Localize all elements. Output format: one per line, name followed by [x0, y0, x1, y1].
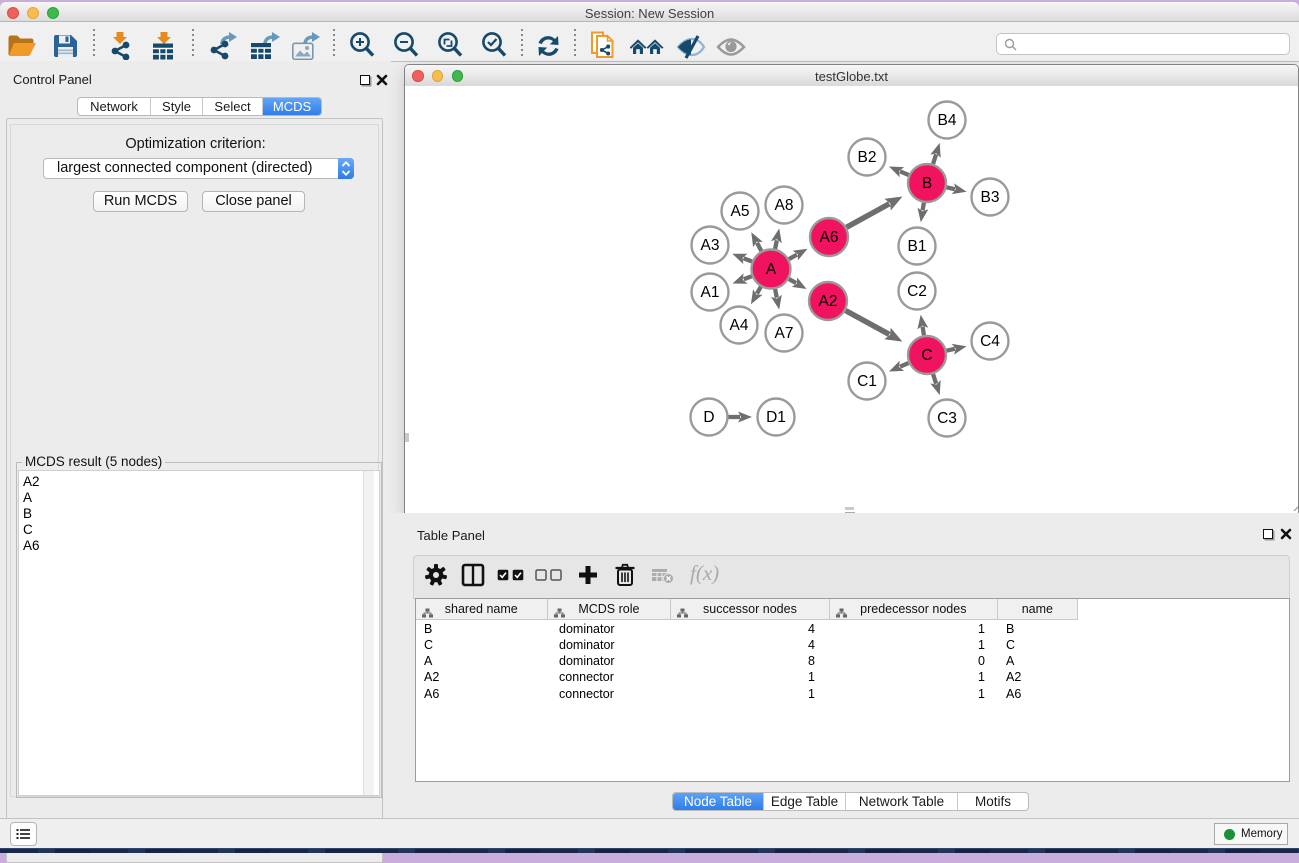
- svg-text:A8: A8: [775, 197, 794, 214]
- svg-text:A3: A3: [701, 237, 720, 254]
- svg-text:D: D: [703, 409, 714, 426]
- svg-text:A5: A5: [731, 203, 750, 220]
- svg-text:B: B: [922, 175, 932, 192]
- svg-text:C4: C4: [980, 333, 1000, 350]
- svg-text:A7: A7: [775, 325, 794, 342]
- svg-text:A1: A1: [701, 284, 720, 301]
- svg-text:C1: C1: [857, 373, 877, 390]
- svg-text:A6: A6: [820, 229, 839, 246]
- svg-text:B3: B3: [981, 189, 1000, 206]
- svg-text:D1: D1: [766, 409, 786, 426]
- svg-text:B2: B2: [858, 149, 877, 166]
- svg-text:A2: A2: [819, 293, 838, 310]
- svg-text:B1: B1: [908, 238, 927, 255]
- svg-text:C: C: [921, 347, 932, 364]
- svg-text:C2: C2: [907, 283, 927, 300]
- svg-text:A: A: [766, 261, 777, 278]
- svg-text:B4: B4: [938, 112, 957, 129]
- svg-text:C3: C3: [937, 410, 957, 427]
- svg-text:A4: A4: [730, 317, 749, 334]
